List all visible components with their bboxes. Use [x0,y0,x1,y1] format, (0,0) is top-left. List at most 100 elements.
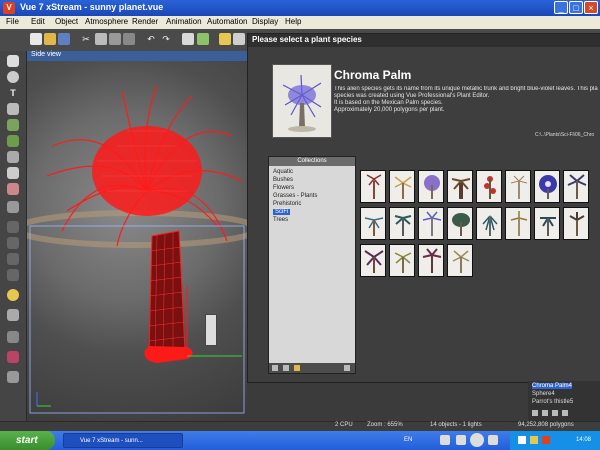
metablob-icon[interactable] [7,237,19,249]
collection-item[interactable]: Aquatic [273,169,293,175]
copy-icon[interactable] [95,33,107,45]
close-button[interactable]: × [584,1,598,14]
plant-thumbnail[interactable] [389,244,415,277]
plant-thumbnail[interactable] [418,244,444,277]
media-stop-icon[interactable] [456,435,466,445]
taskbar-item-vue[interactable]: Vue 7 xStream - sunn... [63,433,183,448]
plant-thumbnail[interactable] [476,207,502,240]
plant-thumbnail[interactable] [447,244,473,277]
start-button[interactable]: start [0,431,55,450]
render-icon[interactable] [197,33,209,45]
cloud-icon[interactable] [7,167,19,179]
folder-icon[interactable] [294,365,300,371]
scene-add-icon[interactable] [532,410,538,416]
collection-item[interactable]: Trees [273,217,288,223]
new-file-icon[interactable] [30,33,42,45]
grid-icon[interactable] [233,33,245,45]
add-collection-icon[interactable] [272,365,278,371]
open-file-icon[interactable] [44,33,56,45]
scene-item[interactable]: Parrot's thistle5 [532,399,573,405]
undo-icon[interactable]: ↶ [145,33,157,45]
app-icon[interactable]: V [3,2,15,14]
plant-thumbnail[interactable] [563,207,589,240]
gizmo-handle[interactable] [205,314,217,346]
collection-item[interactable]: Bushes [273,177,293,183]
collection-item-selected[interactable]: SciFi [273,209,291,215]
media-prev-icon[interactable] [440,435,450,445]
text-icon[interactable]: T [7,87,19,99]
camera-view-icon[interactable] [7,371,19,383]
animation-icon[interactable] [7,331,19,343]
collection-item[interactable]: Grasses - Plants [273,193,317,199]
light-icon[interactable] [7,289,19,301]
plant-name: Chroma Palm [334,68,412,82]
menu-animation[interactable]: Animation [166,17,202,26]
menu-edit[interactable]: Edit [31,17,45,26]
remove-collection-icon[interactable] [283,365,289,371]
cylinder-icon[interactable] [7,103,19,115]
side-view-viewport[interactable] [27,51,247,421]
plant-thumbnail[interactable] [418,207,444,240]
cut-icon[interactable]: ✂ [80,33,92,45]
sphere-icon[interactable] [7,71,19,83]
paste-icon[interactable] [109,33,121,45]
plant-thumbnail[interactable] [505,170,531,203]
scene-group-icon[interactable] [552,410,558,416]
menu-render[interactable]: Render [132,17,158,26]
plant-icon[interactable] [7,135,19,147]
plant-thumbnail[interactable] [389,207,415,240]
scene-link-icon[interactable] [562,410,568,416]
plant-thumbnail[interactable] [418,170,444,203]
menu-file[interactable]: File [6,17,19,26]
minimize-button[interactable]: _ [554,1,568,14]
plant-thumbnail[interactable] [534,170,560,203]
tool-icon[interactable] [182,33,194,45]
clock[interactable]: 14:08 [576,437,591,443]
plant-thumbnail[interactable] [360,244,386,277]
media-next-icon[interactable] [488,435,498,445]
plant-thumbnail[interactable] [476,170,502,203]
language-indicator[interactable]: EN [404,437,412,443]
settings-icon[interactable] [219,33,231,45]
plant-thumbnail[interactable] [505,207,531,240]
plant-thumbnail[interactable] [563,170,589,203]
link-icon[interactable] [7,253,19,265]
maximize-button[interactable]: □ [569,1,583,14]
plant-thumbnail[interactable] [360,207,386,240]
group-icon[interactable] [7,221,19,233]
plant-thumbnail[interactable] [447,207,473,240]
menu-display[interactable]: Display [252,17,278,26]
camera-target-icon[interactable] [7,269,19,281]
refresh-icon[interactable] [344,365,350,371]
tray-icon[interactable] [530,436,538,444]
camera-icon[interactable] [7,309,19,321]
menu-help[interactable]: Help [285,17,301,26]
tray-icon[interactable] [542,436,550,444]
boolean-icon[interactable] [7,201,19,213]
objects-icon[interactable] [123,33,135,45]
dialog-title-bar: Please select a plant species [248,34,600,47]
render-settings-icon[interactable] [7,351,19,363]
brush-icon[interactable] [7,183,19,195]
tray-icon[interactable] [518,436,526,444]
menu-automation[interactable]: Automation [207,17,247,26]
redo-icon[interactable]: ↷ [160,33,172,45]
scene-delete-icon[interactable] [542,410,548,416]
scene-item[interactable]: Sphere4 [532,391,555,397]
collection-item[interactable]: Flowers [273,185,294,191]
menu-object[interactable]: Object [55,17,78,26]
plant-thumbnail[interactable] [360,170,386,203]
plant-thumbnail[interactable] [534,207,560,240]
menu-atmosphere[interactable]: Atmosphere [85,17,128,26]
palm-wireframe [27,85,247,414]
collection-item[interactable]: Prehistoric [273,201,301,207]
terrain-icon[interactable] [7,119,19,131]
media-play-icon[interactable] [470,433,484,447]
save-icon[interactable] [58,33,70,45]
cube-icon[interactable] [7,55,19,67]
plant-species-dialog: Please select a plant species Chroma Pal… [247,33,600,383]
scene-item[interactable]: Chroma Palm4 [532,383,573,389]
plant-thumbnail[interactable] [389,170,415,203]
rock-icon[interactable] [7,151,19,163]
plant-thumbnail[interactable] [447,170,473,203]
